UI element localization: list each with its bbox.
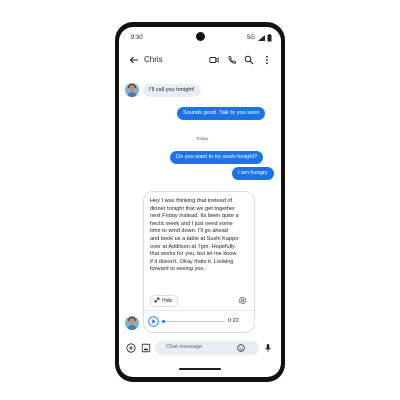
status-time: 9:30 <box>131 35 143 41</box>
audio-progress-track[interactable] <box>165 321 225 322</box>
add-icon[interactable] <box>126 343 136 353</box>
play-icon[interactable] <box>148 316 159 327</box>
mic-icon[interactable] <box>263 343 273 353</box>
battery-icon <box>267 34 272 42</box>
signal-icon <box>258 35 265 41</box>
phone-icon[interactable] <box>227 55 237 65</box>
message-input-placeholder: Chat message <box>166 344 203 350</box>
outgoing-message[interactable]: I am hungry <box>232 167 274 180</box>
messages-screen: 9:30 5G Chris I'll call you tonight! Sou… <box>119 27 281 377</box>
outgoing-message[interactable]: Sounds good. Talk to you soon <box>177 107 266 120</box>
video-call-icon[interactable] <box>209 55 219 65</box>
audio-duration: 0:22 <box>228 318 239 324</box>
hide-label: Hide <box>162 298 173 304</box>
incoming-message[interactable]: I'll call you tonight! <box>143 84 201 97</box>
front-camera <box>196 32 205 41</box>
expanded-message-card[interactable]: Hey I was thinking that instead of dinne… <box>143 191 255 333</box>
more-vert-icon[interactable] <box>262 55 272 65</box>
emoji-icon[interactable] <box>237 344 245 352</box>
home-indicator[interactable] <box>179 368 221 370</box>
search-icon[interactable] <box>244 55 254 65</box>
message-input[interactable]: Chat message <box>155 341 259 355</box>
contact-name[interactable]: Chris <box>144 55 163 64</box>
card-divider <box>144 310 254 311</box>
status-network: 5G <box>247 35 256 41</box>
date-divider: Today <box>196 136 209 141</box>
outgoing-message[interactable]: Do you want to try sushi tonight? <box>170 151 264 164</box>
collapse-icon <box>154 297 160 302</box>
gallery-icon[interactable] <box>141 343 151 353</box>
contact-avatar[interactable] <box>125 83 139 97</box>
message-text: Hey I was thinking that instead of dinne… <box>150 198 239 273</box>
hide-button[interactable]: Hide <box>150 295 179 307</box>
contact-avatar[interactable] <box>125 316 139 330</box>
back-arrow-icon[interactable] <box>129 55 139 65</box>
gear-icon[interactable] <box>238 296 247 305</box>
